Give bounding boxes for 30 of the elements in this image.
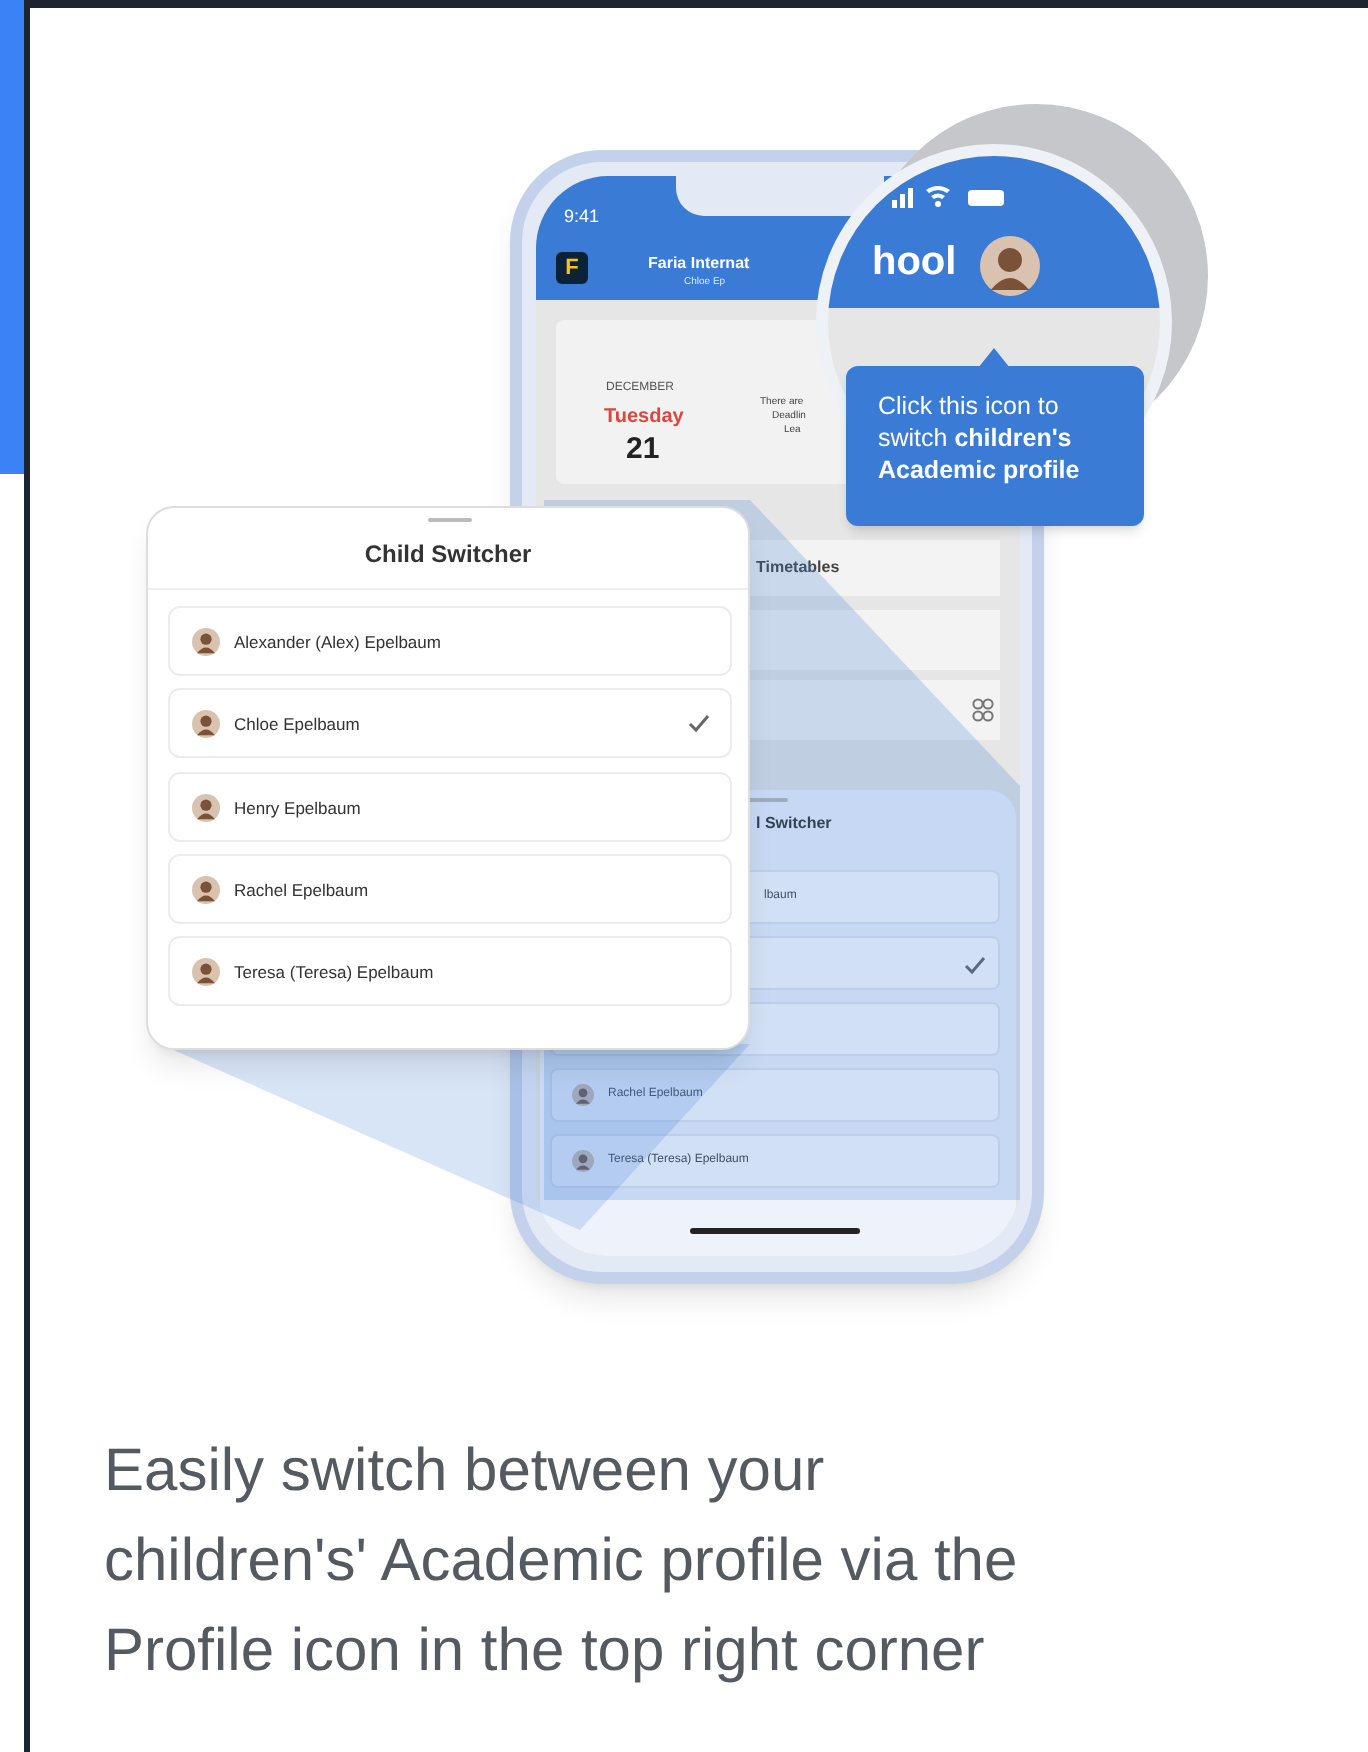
child-row[interactable]: Teresa (Teresa) Epelbaum <box>168 936 732 1007</box>
sheet-handle <box>428 518 472 522</box>
avatar-icon <box>192 628 220 656</box>
app-logo: F <box>556 252 588 284</box>
sheet-title: l Switcher <box>756 812 832 836</box>
child-row[interactable]: Henry Epelbaum <box>168 771 732 842</box>
child-name: Chloe Epelbaum <box>234 712 360 739</box>
child-row[interactable]: Rachel Epelbaum <box>168 853 732 924</box>
school-name: Faria Internat <box>648 252 750 276</box>
child-row[interactable]: Chloe Epelbaum <box>168 688 732 759</box>
grid-icon <box>972 698 994 722</box>
avatar-icon <box>192 793 220 822</box>
avatar-icon <box>980 236 1040 296</box>
calendar-weekday: Tuesday <box>604 404 684 432</box>
child-name: Henry Epelbaum <box>234 795 361 821</box>
caption-text: Easily switch between your children's' Academic profile via the Profile icon in the top right corner <box>104 1436 1018 1688</box>
status-icons <box>892 184 1008 208</box>
child-row[interactable]: Alexander (Alex) Epelbaum <box>168 606 732 676</box>
child-name: Alexander (Alex) Epelbaum <box>234 630 441 656</box>
avatar-icon <box>192 958 220 987</box>
avatar-icon <box>192 875 220 904</box>
child-name: Rachel Epelbaum <box>234 877 369 904</box>
panel-title: Child Switcher <box>362 538 534 572</box>
menu-item[interactable]: Timetables <box>756 556 840 580</box>
tooltip-text: Click this icon to switch children's Academic profile <box>878 390 1082 486</box>
avatar-icon <box>192 710 220 739</box>
school-name: hool <box>872 238 957 288</box>
status-time: 9:41 <box>564 204 600 230</box>
child-name: Teresa (Teresa) Epelbaum <box>234 960 434 986</box>
calendar-day: 21 <box>626 428 660 473</box>
